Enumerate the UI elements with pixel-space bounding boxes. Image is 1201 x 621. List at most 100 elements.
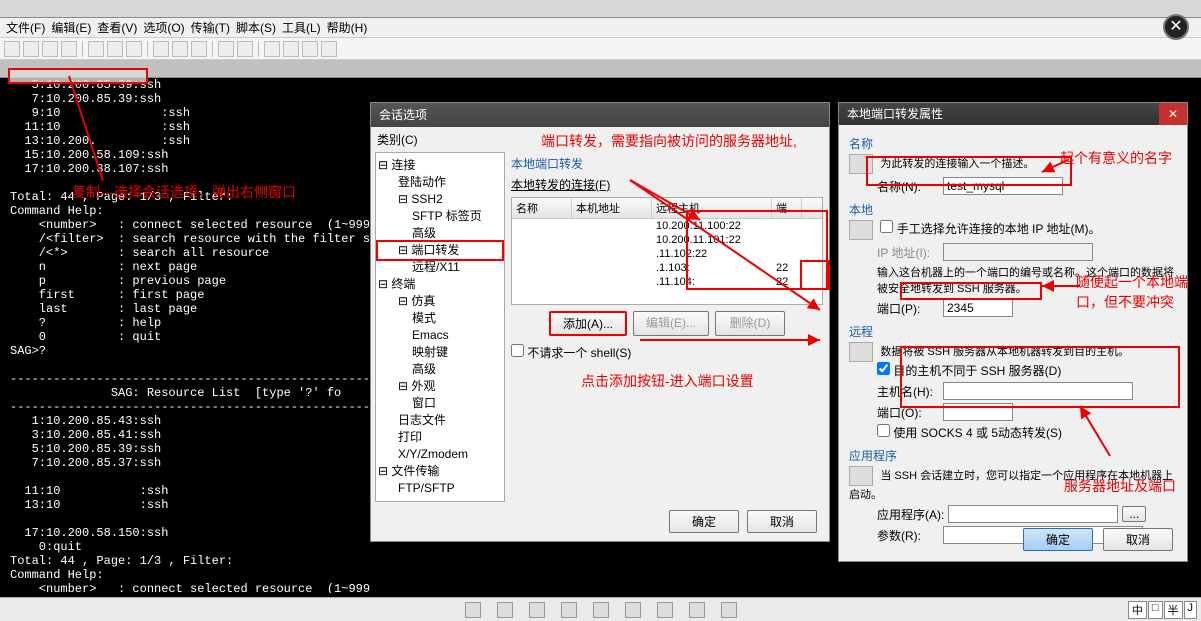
category-tree[interactable]: ⊟ 连接 登陆动作 ⊟ SSH2 SFTP 标签页 高级 ⊟ 端口转发 远程/X…: [375, 152, 505, 502]
ime-half[interactable]: 半: [1164, 601, 1183, 619]
tree-port-forward[interactable]: ⊟ 端口转发: [376, 240, 504, 261]
menu-file[interactable]: 文件(F): [6, 19, 45, 36]
name-desc: 为此转发的连接输入一个描述。: [880, 158, 1034, 170]
tree-item[interactable]: 登陆动作: [378, 174, 502, 191]
tree-item[interactable]: 映射键: [378, 344, 502, 361]
rport-label: 端口(O):: [877, 404, 939, 421]
toolbar-button[interactable]: [88, 41, 104, 57]
edit-button[interactable]: 编辑(E)...: [633, 311, 709, 336]
col-name[interactable]: 名称: [512, 198, 572, 218]
tree-filetransfer[interactable]: ⊟ 文件传输: [378, 463, 502, 480]
group-label: 本地端口转发: [511, 155, 823, 172]
manual-ip-checkbox[interactable]: [880, 220, 893, 233]
col-port[interactable]: 端: [772, 198, 802, 218]
tree-item[interactable]: 远程/X11: [378, 259, 502, 276]
ime-shape[interactable]: □: [1148, 601, 1163, 619]
table-row[interactable]: 10.200.11.101:22: [512, 233, 822, 247]
menu-view[interactable]: 查看(V): [97, 19, 137, 36]
toolbar-button[interactable]: [264, 41, 280, 57]
ok-button[interactable]: 确定: [1023, 528, 1093, 551]
menu-transfer[interactable]: 传输(T): [191, 19, 230, 36]
col-local[interactable]: 本机地址: [572, 198, 652, 218]
add-button[interactable]: 添加(A)...: [549, 311, 627, 336]
tree-item[interactable]: FTP/SFTP: [378, 480, 502, 497]
rport-input[interactable]: [943, 403, 1013, 421]
close-overlay-button[interactable]: ✕: [1163, 14, 1189, 40]
menu-tools[interactable]: 工具(L): [282, 19, 321, 36]
host-label: 主机名(H):: [877, 383, 939, 400]
zoom-out-icon[interactable]: [561, 602, 577, 618]
menu-options[interactable]: 选项(O): [143, 19, 184, 36]
table-row[interactable]: .11.102:22: [512, 247, 822, 261]
section-local: 本地: [849, 201, 1177, 218]
tree-item[interactable]: 高级: [378, 361, 502, 378]
menu-script[interactable]: 脚本(S): [236, 19, 276, 36]
tree-connection[interactable]: ⊟ 连接: [378, 157, 502, 174]
dest-diff-label: 目的主机不同于 SSH 服务器(D): [893, 364, 1061, 378]
toolbar-button[interactable]: [237, 41, 253, 57]
toolbar-button[interactable]: [302, 41, 318, 57]
status-icon[interactable]: [497, 602, 513, 618]
delete-button[interactable]: 删除(D): [715, 311, 785, 336]
dest-diff-checkbox[interactable]: [877, 362, 890, 375]
toolbar-button[interactable]: [107, 41, 123, 57]
no-shell-checkbox[interactable]: [511, 344, 524, 357]
zoom-in-icon[interactable]: [529, 602, 545, 618]
tree-item[interactable]: ⊟ 仿真: [378, 293, 502, 310]
col-remote[interactable]: 远程主机: [652, 198, 772, 218]
status-icon[interactable]: [625, 602, 641, 618]
ime-punct[interactable]: J: [1184, 601, 1198, 619]
socks-checkbox[interactable]: [877, 424, 890, 437]
tree-item[interactable]: X/Y/Zmodem: [378, 446, 502, 463]
browser-tab-bar: [0, 0, 1201, 18]
args-label: 参数(R):: [877, 527, 939, 544]
section-remote: 远程: [849, 323, 1177, 340]
annotation-box: [8, 68, 148, 84]
tree-item[interactable]: 打印: [378, 429, 502, 446]
status-icon[interactable]: [593, 602, 609, 618]
toolbar-button[interactable]: [42, 41, 58, 57]
session-options-dialog: 会话选项 类别(C) ⊟ 连接 登陆动作 ⊟ SSH2 SFTP 标签页 高级 …: [370, 102, 830, 542]
hand-icon[interactable]: [721, 602, 737, 618]
tree-item[interactable]: 窗口: [378, 395, 502, 412]
table-row[interactable]: .1.103:22: [512, 261, 822, 275]
menu-edit[interactable]: 编辑(E): [51, 19, 91, 36]
toolbar-button[interactable]: [126, 41, 142, 57]
status-icon[interactable]: [657, 602, 673, 618]
toolbar-button[interactable]: [191, 41, 207, 57]
port-input[interactable]: [943, 299, 1013, 317]
close-icon[interactable]: ✕: [1159, 103, 1187, 125]
status-icon[interactable]: [689, 602, 705, 618]
toolbar-button[interactable]: [172, 41, 188, 57]
tree-item[interactable]: ⊟ 外观: [378, 378, 502, 395]
browse-button[interactable]: ...: [1122, 506, 1146, 522]
tree-item[interactable]: 日志文件: [378, 412, 502, 429]
toolbar-button[interactable]: [61, 41, 77, 57]
cancel-button[interactable]: 取消: [1103, 528, 1173, 551]
cancel-button[interactable]: 取消: [747, 510, 817, 533]
tree-item[interactable]: SFTP 标签页: [378, 208, 502, 225]
annotation-text: 复制---选择会话选项，弹出右侧窗口: [72, 182, 296, 202]
tree-item[interactable]: Emacs: [378, 327, 502, 344]
forwarding-list[interactable]: 名称 本机地址 远程主机 端 10.200.11.100:2210.200.11…: [511, 197, 823, 305]
toolbar-button[interactable]: [218, 41, 234, 57]
toolbar-button[interactable]: [283, 41, 299, 57]
toolbar-button[interactable]: [4, 41, 20, 57]
tree-terminal[interactable]: ⊟ 终端: [378, 276, 502, 293]
toolbar-button[interactable]: [321, 41, 337, 57]
ime-lang[interactable]: 中: [1128, 601, 1147, 619]
tree-item[interactable]: ⊟ SSH2: [378, 191, 502, 208]
manual-ip-label: 手工选择允许连接的本地 IP 地址(M)。: [897, 222, 1101, 236]
tree-item[interactable]: 模式: [378, 310, 502, 327]
menu-help[interactable]: 帮助(H): [327, 19, 368, 36]
annotation-text: 服务器地址及端口: [1064, 476, 1176, 496]
host-input[interactable]: [943, 382, 1133, 400]
name-input[interactable]: [943, 177, 1063, 195]
status-icon[interactable]: [465, 602, 481, 618]
app-input[interactable]: [948, 505, 1118, 523]
table-row[interactable]: 10.200.11.100:22: [512, 219, 822, 233]
toolbar-button[interactable]: [23, 41, 39, 57]
table-row[interactable]: .11.104:22: [512, 275, 822, 289]
ok-button[interactable]: 确定: [669, 510, 739, 533]
toolbar-button[interactable]: [153, 41, 169, 57]
